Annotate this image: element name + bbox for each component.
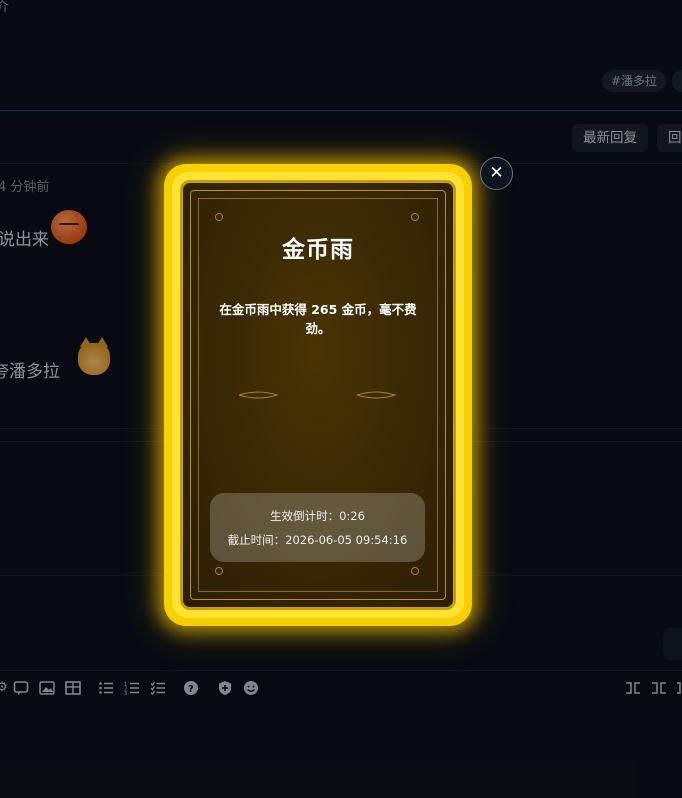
corner-ornament-icon [411,213,419,221]
left-ornament-icon [238,391,278,399]
reward-description: 在金币雨中获得 265 金币，毫不费劲。 [219,302,417,336]
corner-ornament-icon [215,567,223,575]
reward-info-box [210,493,425,562]
countdown-text: 生效倒计时：0:26 [270,509,365,523]
corner-ornament-icon [215,213,223,221]
close-icon[interactable]: ✕ [480,157,513,190]
deadline-text: 截止时间：2026-06-05 09:54:16 [227,533,408,547]
right-ornament-icon [356,391,396,399]
corner-ornament-icon [411,567,419,575]
reward-title: 金币雨 [282,237,354,263]
